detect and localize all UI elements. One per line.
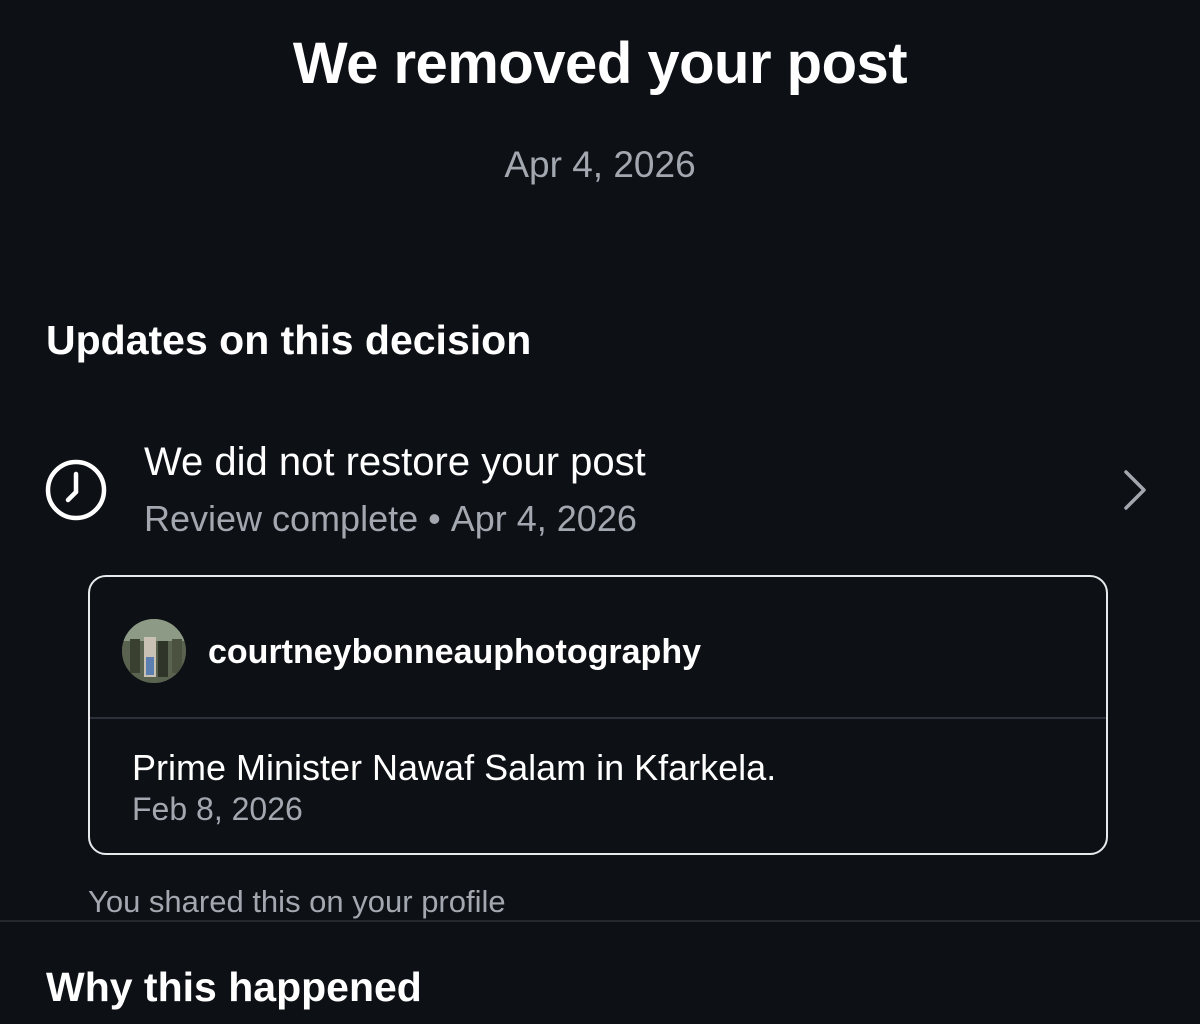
update-title: We did not restore your post (144, 440, 646, 484)
page-title: We removed your post (292, 31, 908, 96)
update-subtitle: Review complete • Apr 4, 2026 (144, 498, 637, 540)
post-date: Feb 8, 2026 (132, 791, 303, 827)
clock-icon (45, 459, 107, 521)
update-separator: • (428, 498, 441, 539)
post-username: courtneybonneauphotography (208, 633, 701, 671)
update-status: Review complete (144, 498, 419, 539)
why-heading: Why this happened (46, 964, 422, 1010)
update-date: Apr 4, 2026 (450, 498, 637, 539)
post-caption: Prime Minister Nawaf Salam in Kfarkela. (132, 747, 777, 788)
page: We removed your post Apr 4, 2026 Updates… (0, 0, 1200, 1024)
updates-heading: Updates on this decision (46, 317, 532, 363)
section-divider (0, 920, 1200, 922)
post-card[interactable]: courtneybonneauphotography Prime Ministe… (88, 575, 1108, 855)
shared-note: You shared this on your profile (88, 884, 506, 919)
page-date: Apr 4, 2026 (504, 144, 696, 185)
chevron-right-icon[interactable] (1118, 466, 1152, 514)
avatar (122, 619, 186, 683)
card-divider (90, 717, 1106, 719)
